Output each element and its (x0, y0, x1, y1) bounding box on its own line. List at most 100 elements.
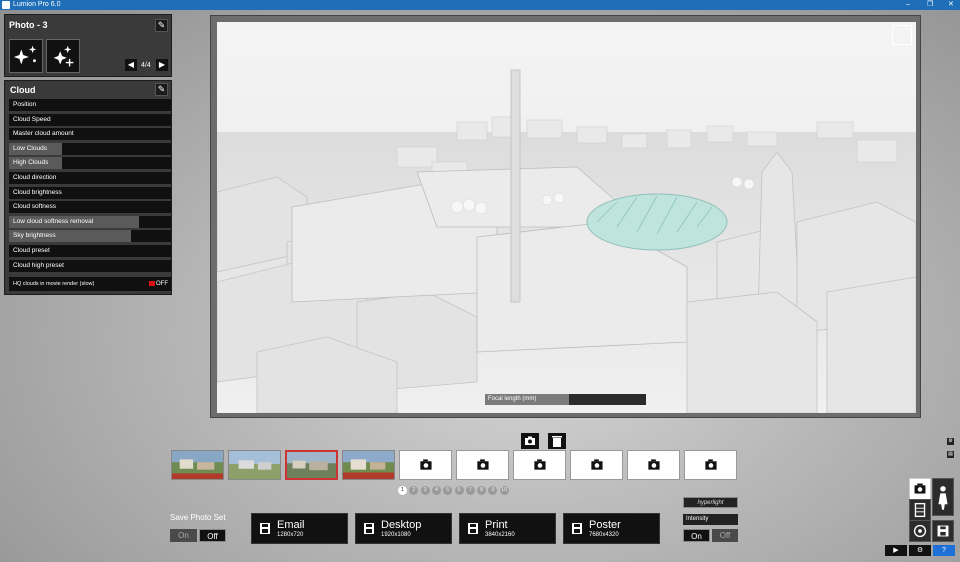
hq-clouds-toggle[interactable]: OFF (149, 280, 168, 288)
slider-label: Master cloud amount (13, 130, 74, 138)
slider-label: Low Clouds (13, 144, 47, 152)
photo-set-page-dot[interactable]: 10 (499, 486, 509, 495)
photo-set-page-dot[interactable]: 1 (398, 486, 407, 495)
maximize-button[interactable]: ❐ (927, 0, 933, 10)
slider-label: Cloud direction (13, 174, 57, 181)
next-page-button[interactable]: ▶ (156, 59, 168, 71)
hyperlight-on[interactable]: On (683, 529, 710, 542)
hyperlight-off[interactable]: Off (712, 529, 738, 542)
camera-icon (705, 459, 717, 470)
export-email-button[interactable]: Email 1280x720 (251, 513, 348, 544)
photo-set-page-dot[interactable]: 7 (465, 486, 475, 495)
camera-icon (534, 459, 546, 470)
photo-set-page-dot[interactable]: 5 (443, 486, 453, 495)
cloud-slider-row[interactable]: Low Clouds (9, 142, 171, 155)
window-title: Lumion Pro 6.0 (13, 1, 61, 8)
photo-set-page-dot[interactable]: 3 (420, 486, 430, 495)
movie-mode-button[interactable] (909, 499, 931, 521)
export-size: 3840x2160 (485, 532, 515, 538)
save-disk-icon (468, 523, 478, 534)
toggle-indicator-icon (149, 280, 155, 286)
photo-slot-selected[interactable] (285, 450, 338, 480)
photo-panel: Photo - 3 ✎ ◀ 4/4 ▶ (4, 14, 172, 77)
slider-label: Cloud brightness (13, 188, 62, 196)
hq-clouds-toggle-row[interactable]: HQ clouds in movie render (slow) OFF (9, 277, 171, 291)
export-name: Desktop (381, 519, 422, 531)
close-button[interactable]: ✕ (948, 0, 954, 10)
save-photo-set-on[interactable]: On (170, 529, 197, 542)
help-button[interactable]: ? (933, 545, 955, 556)
cloud-effect-panel: Cloud ✎ Position Cloud Speed Master cloud … (4, 80, 172, 295)
cloud-slider-row[interactable]: Master cloud amount (9, 128, 171, 141)
slider-label: Sky brightness (13, 232, 56, 240)
camera-icon (591, 459, 603, 470)
play-button[interactable]: ▶ (885, 545, 907, 556)
slider-label: Cloud softness (13, 203, 56, 211)
photo-mode-button[interactable] (909, 478, 931, 500)
slider-label: Low cloud softness removal (13, 217, 94, 225)
photo-set-page-dot[interactable]: 9 (488, 486, 498, 495)
slider-label: Position (13, 101, 37, 108)
wrench-icon[interactable]: ✎ (155, 19, 168, 32)
hyperlight-intensity-slider[interactable]: Intensity (683, 514, 738, 525)
save-scene-button[interactable] (932, 520, 954, 542)
cloud-slider-row[interactable]: High Clouds (9, 157, 171, 170)
window-titlebar: Lumion Pro 6.0 – ❐ ✕ (0, 0, 960, 10)
empty-photo-slot[interactable] (570, 450, 623, 480)
save-disk-icon (364, 523, 374, 534)
minimize-button[interactable]: – (906, 0, 910, 10)
camera-icon (420, 459, 432, 470)
save-disk-icon (260, 523, 270, 534)
cloud-slider-row[interactable]: Sky brightness (9, 230, 171, 243)
photo-set-page-dot[interactable]: 6 (454, 486, 464, 495)
save-disk-icon (572, 523, 582, 534)
export-size: 1280x720 (277, 532, 304, 538)
cloud-slider-row[interactable]: Cloud brightness (9, 186, 171, 199)
tiny-toggle-icon[interactable]: ▤ (946, 450, 955, 459)
slider-label: Cloud Speed (13, 115, 51, 123)
cloud-slider-row[interactable]: Cloud direction (9, 172, 171, 184)
hyperlight-logo: hyperlight (683, 497, 738, 508)
cloud-slider-row[interactable]: Cloud high preset (9, 259, 171, 272)
photo-set-page-dot[interactable]: 8 (477, 486, 487, 495)
render-preview (217, 22, 916, 413)
empty-photo-slot[interactable] (627, 450, 680, 480)
export-size: 7680x4320 (589, 532, 619, 538)
settings-button[interactable]: ⚙ (909, 545, 931, 556)
cloud-slider-row[interactable]: Cloud softness (9, 201, 171, 214)
empty-photo-slot[interactable] (513, 450, 566, 480)
export-name: Poster (589, 519, 621, 531)
photo-slot[interactable] (228, 450, 281, 480)
panorama-mode-button[interactable] (909, 520, 931, 542)
cloud-slider-row[interactable]: Cloud preset (9, 245, 171, 257)
photo-slot[interactable] (342, 450, 395, 480)
export-poster-button[interactable]: Poster 7680x4320 (563, 513, 660, 544)
wrench-icon[interactable]: ✎ (155, 83, 168, 96)
photo-slot[interactable] (171, 450, 224, 480)
export-name: Print (485, 519, 508, 531)
photo-set-page-dot[interactable]: 2 (409, 486, 419, 495)
prev-page-button[interactable]: ◀ (125, 59, 137, 71)
focal-length-label: Focal length (mm) (488, 396, 537, 402)
export-desktop-button[interactable]: Desktop 1920x1080 (355, 513, 452, 544)
save-photo-set-label: Save Photo Set (170, 513, 226, 522)
empty-photo-slot[interactable] (399, 450, 452, 480)
save-photo-set-off[interactable]: Off (199, 529, 226, 542)
photo-set-page-dot[interactable]: 4 (431, 486, 441, 495)
cloud-slider-row[interactable]: Low cloud softness removal (9, 215, 171, 228)
fullscreen-toggle[interactable] (892, 25, 912, 45)
build-mode-button[interactable] (932, 478, 954, 516)
camera-icon (477, 459, 489, 470)
empty-photo-slot[interactable] (456, 450, 509, 480)
scene-viewport[interactable] (210, 15, 921, 418)
delete-photo-button[interactable] (548, 433, 566, 449)
add-effect-icon[interactable] (46, 39, 80, 73)
sparkle-effect-icon[interactable] (9, 39, 43, 73)
export-print-button[interactable]: Print 3840x2160 (459, 513, 556, 544)
take-photo-button[interactable] (521, 433, 539, 449)
cloud-slider-row[interactable]: Cloud Speed (9, 113, 171, 126)
tiny-toggle-icon[interactable]: ⚙ (946, 437, 955, 446)
cloud-slider-row[interactable]: Position (9, 99, 171, 111)
focal-length-slider[interactable]: Focal length (mm) (485, 394, 646, 405)
empty-photo-slot[interactable] (684, 450, 737, 480)
